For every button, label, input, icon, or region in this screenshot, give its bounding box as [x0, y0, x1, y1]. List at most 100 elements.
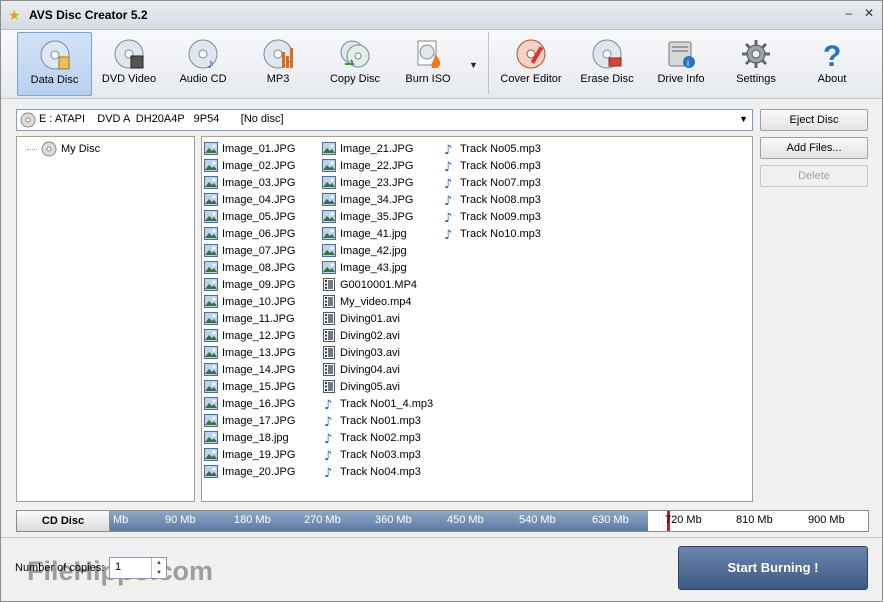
file-item[interactable]: ♪ Track No02.mp3 — [322, 429, 433, 446]
file-item[interactable]: Image_11.JPG — [204, 310, 295, 327]
toolbar-about-button[interactable]: ? About — [797, 32, 867, 94]
chevron-down-icon[interactable]: ▼ — [739, 114, 748, 124]
file-item[interactable]: Diving02.avi — [322, 327, 433, 344]
file-item[interactable]: Image_14.JPG — [204, 361, 295, 378]
burn-iso-dropdown-icon[interactable]: ▼ — [469, 60, 478, 70]
file-item[interactable]: Image_07.JPG — [204, 242, 295, 259]
file-item[interactable]: Image_18.jpg — [204, 429, 295, 446]
file-item[interactable]: Image_08.JPG — [204, 259, 295, 276]
file-item[interactable]: ♪ Track No04.mp3 — [322, 463, 433, 480]
file-item[interactable]: Diving03.avi — [322, 344, 433, 361]
file-item[interactable]: Diving05.avi — [322, 378, 433, 395]
file-item[interactable]: Image_20.JPG — [204, 463, 295, 480]
file-item[interactable]: Image_19.JPG — [204, 446, 295, 463]
svg-text:♪: ♪ — [444, 177, 452, 189]
file-item[interactable]: Image_16.JPG — [204, 395, 295, 412]
file-item[interactable]: G0010001.MP4 — [322, 276, 433, 293]
eject-disc-button[interactable]: Eject Disc — [760, 109, 868, 131]
file-name: Track No06.mp3 — [460, 159, 541, 172]
capacity-tick-label: 360 Mb — [375, 514, 412, 526]
file-item[interactable]: Image_04.JPG — [204, 191, 295, 208]
close-button[interactable]: ✕ — [862, 6, 876, 20]
file-item[interactable]: Image_12.JPG — [204, 327, 295, 344]
title-bar: ★ AVS Disc Creator 5.2 – ✕ — [1, 1, 882, 30]
minimize-button[interactable]: – — [842, 6, 856, 20]
video-file-icon — [323, 295, 335, 308]
file-item[interactable]: Image_03.JPG — [204, 174, 295, 191]
file-item[interactable]: ♪ Track No05.mp3 — [442, 140, 541, 157]
file-item[interactable]: Image_23.JPG — [322, 174, 433, 191]
file-item[interactable]: Image_02.JPG — [204, 157, 295, 174]
toolbar-drive-info-button[interactable]: i Drive Info — [647, 32, 715, 94]
image-file-icon — [322, 244, 336, 257]
file-name: Image_02.JPG — [222, 159, 296, 172]
file-item[interactable]: Image_05.JPG — [204, 208, 295, 225]
video-file-icon — [323, 329, 335, 342]
svg-text:♪: ♪ — [324, 415, 332, 427]
image-file-icon — [204, 431, 218, 444]
image-file-icon — [204, 142, 218, 155]
file-item[interactable]: Image_41.jpg — [322, 225, 433, 242]
app-window: ★ AVS Disc Creator 5.2 – ✕ ▼ Data Disc DV… — [0, 0, 883, 602]
file-item[interactable]: ♪ Track No09.mp3 — [442, 208, 541, 225]
file-item[interactable]: Image_01.JPG — [204, 140, 295, 157]
copies-label: Number of copies: — [15, 562, 105, 574]
file-item[interactable]: Image_17.JPG — [204, 412, 295, 429]
toolbar-audio-cd-button[interactable]: ♪ Audio CD — [167, 32, 239, 94]
file-item[interactable]: Image_09.JPG — [204, 276, 295, 293]
file-item[interactable]: ♪ Track No07.mp3 — [442, 174, 541, 191]
file-name: My_video.mp4 — [340, 295, 412, 308]
tree-item-my-disc[interactable]: My Disc — [27, 141, 100, 157]
file-item[interactable]: ♪ Track No01.mp3 — [322, 412, 433, 429]
file-name: Image_13.JPG — [222, 346, 296, 359]
stepper-arrows-icon[interactable]: ▲ ▼ — [151, 558, 166, 578]
file-item[interactable]: Image_34.JPG — [322, 191, 433, 208]
file-item[interactable]: Image_21.JPG — [322, 140, 433, 157]
capacity-tick-label: 540 Mb — [519, 514, 556, 526]
file-name: Image_03.JPG — [222, 176, 296, 189]
audio-file-icon: ♪ — [324, 449, 332, 461]
audio-file-icon: ♪ — [444, 211, 452, 223]
start-burning-button[interactable]: Start Burning ! — [678, 546, 868, 590]
copies-stepper[interactable]: 1 ▲ ▼ — [109, 557, 167, 579]
toolbar-data-disc-button[interactable]: Data Disc — [17, 32, 92, 96]
toolbar-burn-iso-button[interactable]: Burn ISO — [395, 32, 461, 94]
file-name: Diving03.avi — [340, 346, 400, 359]
file-item[interactable]: Image_06.JPG — [204, 225, 295, 242]
file-item[interactable]: Diving01.avi — [322, 310, 433, 327]
file-item[interactable]: Image_43.jpg — [322, 259, 433, 276]
file-item[interactable]: ♪ Track No06.mp3 — [442, 157, 541, 174]
file-item[interactable]: ♪ Track No10.mp3 — [442, 225, 541, 242]
toolbar-dvd-video-button[interactable]: DVD Video — [95, 32, 163, 94]
add-files-button[interactable]: Add Files... — [760, 137, 868, 159]
file-list: Image_01.JPG Image_02.JPG Image_03.JPG Imag… — [201, 136, 753, 502]
file-name: Diving01.avi — [340, 312, 400, 325]
file-item[interactable]: Image_22.JPG — [322, 157, 433, 174]
data-disc-icon — [40, 40, 69, 70]
file-name: Image_20.JPG — [222, 465, 296, 478]
file-item[interactable]: Diving04.avi — [322, 361, 433, 378]
file-item[interactable]: ♪ Track No01_4.mp3 — [322, 395, 433, 412]
toolbar-settings-button[interactable]: Settings — [722, 32, 790, 94]
file-item[interactable]: Image_42.jpg — [322, 242, 433, 259]
drive-select[interactable]: E : ATAPI DVD A DH20A4P 9P54 [No disc] ▼ — [16, 109, 753, 131]
file-item[interactable]: ♪ Track No08.mp3 — [442, 191, 541, 208]
toolbar-erase-disc-button[interactable]: Erase Disc — [571, 32, 643, 94]
audio-cd-icon: ♪ — [188, 39, 218, 70]
audio-file-icon: ♪ — [444, 143, 452, 155]
file-item[interactable]: Image_35.JPG — [322, 208, 433, 225]
image-file-icon — [204, 227, 218, 240]
file-item[interactable]: Image_15.JPG — [204, 378, 295, 395]
main-toolbar: ▼ Data Disc DVD Video ♪ Audio CD MP3 Copy Dis… — [1, 30, 882, 99]
delete-button[interactable]: Delete — [760, 165, 868, 187]
file-item[interactable]: My_video.mp4 — [322, 293, 433, 310]
toolbar-copy-disc-button[interactable]: Copy Disc — [319, 32, 391, 94]
toolbar-mp3-button[interactable]: MP3 — [243, 32, 313, 94]
disc-type-selector[interactable]: CD Disc — [17, 511, 110, 531]
file-item[interactable]: Image_13.JPG — [204, 344, 295, 361]
image-file-icon — [204, 210, 218, 223]
file-name: Image_22.JPG — [340, 159, 414, 172]
file-item[interactable]: Image_10.JPG — [204, 293, 295, 310]
file-item[interactable]: ♪ Track No03.mp3 — [322, 446, 433, 463]
toolbar-cover-editor-button[interactable]: Cover Editor — [495, 32, 567, 94]
